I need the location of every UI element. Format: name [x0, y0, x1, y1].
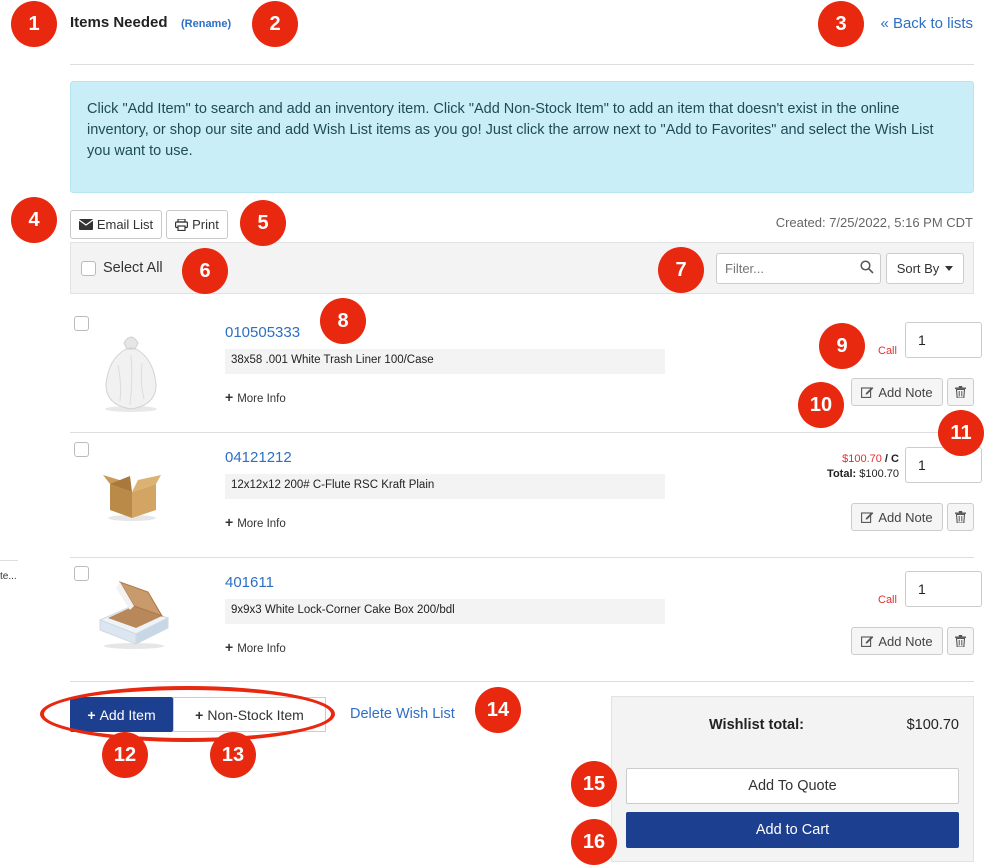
plus-icon: +	[225, 639, 234, 655]
item-price-call: Call	[878, 594, 897, 606]
more-info-toggle[interactable]: + More Info	[225, 514, 286, 530]
trash-icon	[955, 386, 966, 398]
add-note-label: Add Note	[878, 384, 933, 400]
item-divider	[70, 557, 974, 558]
filter-input[interactable]	[716, 253, 881, 284]
item-checkbox[interactable]	[74, 316, 89, 331]
add-note-button[interactable]: Add Note	[851, 503, 943, 531]
delete-item-button[interactable]	[947, 378, 974, 406]
info-alert: Click "Add Item" to search and add an in…	[70, 81, 974, 193]
header-divider	[70, 64, 974, 65]
select-all-label: Select All	[103, 260, 163, 276]
item-description: 12x12x12 200# C-Flute RSC Kraft Plain	[225, 474, 665, 499]
item-price: $100.70 / C Total: $100.70	[827, 452, 899, 482]
edit-icon	[861, 387, 874, 398]
more-info-toggle[interactable]: + More Info	[225, 389, 286, 405]
annotation-marker: 5	[240, 200, 286, 246]
plus-icon: +	[225, 514, 234, 530]
delete-item-button[interactable]	[947, 503, 974, 531]
more-info-label: More Info	[237, 393, 286, 405]
item-description: 9x9x3 White Lock-Corner Cake Box 200/bdl	[225, 599, 665, 624]
kraft-box-image	[103, 475, 161, 521]
annotation-marker: 10	[798, 382, 844, 428]
print-button[interactable]: Print	[166, 210, 228, 239]
wishlist-total-label: Wishlist total:	[709, 717, 804, 733]
annotation-marker: 1	[11, 1, 57, 47]
add-note-label: Add Note	[878, 633, 933, 649]
more-info-toggle[interactable]: + More Info	[225, 639, 286, 655]
delete-wish-list-link[interactable]: Delete Wish List	[350, 706, 455, 722]
created-date: Created: 7/25/2022, 5:16 PM CDT	[775, 215, 973, 230]
trash-icon	[955, 635, 966, 647]
item-divider	[70, 681, 974, 682]
envelope-icon	[78, 219, 93, 230]
line-total: Total: $100.70	[827, 468, 899, 480]
annotation-marker: 16	[571, 819, 617, 865]
page-title: Items Needed	[70, 14, 168, 31]
delete-item-button[interactable]	[947, 627, 974, 655]
sidebar-truncated-text[interactable]: te...	[0, 571, 17, 582]
add-note-button[interactable]: Add Note	[851, 627, 943, 655]
annotation-marker: 2	[252, 1, 298, 47]
back-to-lists-link[interactable]: « Back to lists	[880, 15, 973, 32]
plus-icon: +	[225, 389, 234, 405]
annotation-marker: 7	[658, 247, 704, 293]
annotation-marker: 8	[320, 298, 366, 344]
item-sku-link[interactable]: 04121212	[225, 449, 292, 466]
trash-icon	[955, 511, 966, 523]
edit-icon	[861, 636, 874, 647]
printer-icon	[175, 218, 189, 231]
add-to-cart-button[interactable]: Add to Cart	[626, 812, 959, 848]
item-divider	[70, 432, 974, 433]
print-label: Print	[192, 217, 219, 232]
wishlist-total-value: $100.70	[906, 717, 959, 733]
item-quantity-input[interactable]: 1	[905, 322, 982, 358]
more-info-label: More Info	[237, 643, 286, 655]
email-list-button[interactable]: Email List	[70, 210, 162, 239]
highlight-oval	[40, 686, 335, 742]
item-sku-link[interactable]: 010505333	[225, 324, 300, 341]
item-quantity-input[interactable]: 1	[905, 571, 982, 607]
select-all-checkbox[interactable]	[81, 261, 96, 276]
trash-liner-bag-image	[105, 336, 157, 412]
annotation-marker: 6	[182, 248, 228, 294]
item-description: 38x58 .001 White Trash Liner 100/Case	[225, 349, 665, 374]
item-price-call: Call	[878, 345, 897, 357]
cake-box-image	[98, 581, 170, 649]
annotation-marker: 3	[818, 1, 864, 47]
annotation-marker: 14	[475, 687, 521, 733]
add-note-button[interactable]: Add Note	[851, 378, 943, 406]
item-checkbox[interactable]	[74, 442, 89, 457]
rename-link[interactable]: (Rename)	[181, 18, 231, 30]
annotation-marker: 15	[571, 761, 617, 807]
email-list-label: Email List	[96, 217, 154, 232]
sort-by-dropdown[interactable]: Sort By	[886, 253, 964, 284]
add-to-quote-button[interactable]: Add To Quote	[626, 768, 959, 804]
sidebar-divider	[0, 560, 18, 561]
annotation-marker: 9	[819, 323, 865, 369]
annotation-marker: 11	[938, 410, 984, 456]
item-sku-link[interactable]: 401611	[225, 574, 274, 591]
edit-icon	[861, 512, 874, 523]
annotation-marker: 12	[102, 732, 148, 778]
add-note-label: Add Note	[878, 509, 933, 525]
sort-by-label: Sort By	[896, 261, 940, 276]
annotation-marker: 4	[11, 197, 57, 243]
annotation-marker: 13	[210, 732, 256, 778]
caret-down-icon	[945, 266, 954, 271]
item-checkbox[interactable]	[74, 566, 89, 581]
unit-price: $100.70 / C	[842, 453, 899, 465]
more-info-label: More Info	[237, 518, 286, 530]
search-icon	[860, 260, 874, 274]
